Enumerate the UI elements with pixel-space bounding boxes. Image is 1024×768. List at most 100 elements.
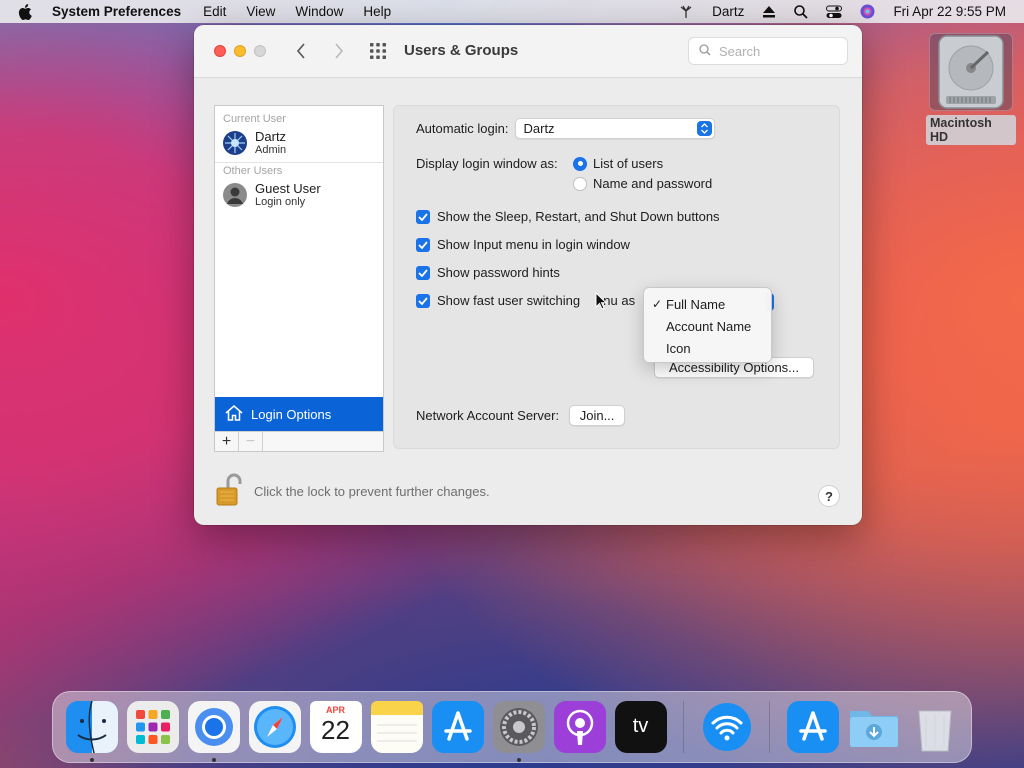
checkmark-icon <box>416 293 430 308</box>
menu-option-account-name[interactable]: Account Name <box>644 315 771 337</box>
list-controls: + − <box>215 431 383 451</box>
display-login-label: Display login window as: <box>416 156 558 171</box>
dock-separator <box>769 701 770 753</box>
user-row-guest[interactable]: Guest User Login only <box>215 179 383 211</box>
radio-label: List of users <box>593 156 664 171</box>
users-groups-window: Users & Groups Search Current User Dartz… <box>194 25 862 525</box>
chrome-icon[interactable] <box>187 701 240 762</box>
running-indicator <box>89 758 94 762</box>
automatic-login-row: Automatic login: Dartz <box>416 118 715 139</box>
apple-tv-icon[interactable]: tv <box>614 701 667 753</box>
unlocked-padlock-icon[interactable] <box>214 473 244 510</box>
login-options-item[interactable]: Login Options <box>215 397 383 431</box>
window-title: Users & Groups <box>404 42 519 59</box>
calendar-icon[interactable]: APR 22 <box>309 701 362 753</box>
siri-icon[interactable] <box>860 4 875 19</box>
radio-label: Name and password <box>593 176 713 191</box>
user-role: Login only <box>255 196 306 208</box>
lock-area: Click the lock to prevent further change… <box>214 473 490 510</box>
calendar-month: APR <box>325 705 345 715</box>
launchpad-icon[interactable] <box>126 701 179 753</box>
user-name: Guest User <box>255 181 321 196</box>
help-button[interactable]: ? <box>818 485 840 507</box>
menu-user-name[interactable]: Dartz <box>712 4 744 19</box>
menu-option-label: Full Name <box>666 296 726 312</box>
dock-separator <box>683 701 684 753</box>
search-placeholder: Search <box>719 43 761 59</box>
menu-window[interactable]: Window <box>295 4 343 19</box>
running-indicator <box>516 758 521 762</box>
search-icon <box>699 43 711 59</box>
checkmark-icon <box>416 237 430 252</box>
safari-icon[interactable] <box>248 701 301 753</box>
system-preferences-icon[interactable] <box>492 701 545 762</box>
fast-switch-dropdown-menu: ✓ Full Name Account Name Icon <box>643 287 772 363</box>
radio-name-and-password[interactable]: Name and password <box>573 176 712 191</box>
podcasts-icon[interactable] <box>553 701 606 753</box>
network-account-row: Network Account Server: Join... <box>416 405 626 426</box>
airdrop-status-icon[interactable] <box>678 5 694 19</box>
menu-view[interactable]: View <box>246 4 275 19</box>
checkmark-icon <box>416 209 430 224</box>
menu-bar: System Preferences Edit View Window Help… <box>0 0 1024 23</box>
eject-icon[interactable] <box>762 5 776 18</box>
close-window-button[interactable] <box>214 45 226 57</box>
menu-help[interactable]: Help <box>363 4 391 19</box>
back-chevron-icon[interactable] <box>291 41 311 61</box>
checkbox-password-hints[interactable]: Show password hints <box>416 265 560 280</box>
zoom-window-button[interactable] <box>254 45 266 57</box>
downloads-folder-icon[interactable] <box>848 701 900 753</box>
radio-unselected-icon <box>573 176 587 191</box>
menu-app-name[interactable]: System Preferences <box>52 4 181 19</box>
menu-option-label: Account Name <box>666 318 752 334</box>
app-store-icon[interactable] <box>786 701 839 753</box>
user-row-dartz[interactable]: Dartz Admin <box>215 127 383 159</box>
automatic-login-label: Automatic login: <box>416 121 509 136</box>
spotlight-search-icon[interactable] <box>794 4 809 19</box>
forward-chevron-icon[interactable] <box>329 41 349 61</box>
checkbox-label-part1: Show fast user switching <box>437 293 581 308</box>
finder-icon[interactable] <box>65 701 118 762</box>
notes-icon[interactable] <box>370 701 423 753</box>
macintosh-hd-desktop-item[interactable]: Macintosh HD <box>926 33 1016 145</box>
running-indicator <box>211 758 216 762</box>
checkbox-label: Show the Sleep, Restart, and Shut Down b… <box>437 209 720 224</box>
current-user-section-label: Current User <box>223 113 286 125</box>
automatic-login-popup[interactable]: Dartz <box>514 118 715 139</box>
checkbox-label: Show Input menu in login window <box>437 237 630 252</box>
control-center-icon[interactable] <box>826 5 843 19</box>
calendar-day: 22 <box>321 715 350 745</box>
automatic-login-value: Dartz <box>523 121 555 136</box>
radio-selected-icon <box>573 156 587 171</box>
dock: APR 22 tv <box>52 691 972 763</box>
user-avatar-icon <box>223 131 247 155</box>
other-users-section-label: Other Users <box>223 165 283 177</box>
join-button[interactable]: Join... <box>569 405 626 426</box>
search-field[interactable]: Search <box>688 37 848 65</box>
menu-option-full-name[interactable]: ✓ Full Name <box>644 293 771 315</box>
checkbox-label: Show password hints <box>437 265 560 280</box>
checkmark-icon <box>416 265 430 280</box>
show-all-grid-icon[interactable] <box>369 42 387 60</box>
trash-icon[interactable] <box>909 701 961 753</box>
wifi-icon[interactable] <box>701 701 753 753</box>
menu-datetime[interactable]: Fri Apr 22 9:55 PM <box>893 4 1006 19</box>
menu-option-icon[interactable]: Icon <box>644 337 771 359</box>
add-user-button[interactable]: + <box>215 432 239 451</box>
user-role: Admin <box>255 144 287 156</box>
popup-stepper-icon <box>696 121 712 136</box>
app-store-icon[interactable] <box>431 701 484 753</box>
network-account-label: Network Account Server: <box>416 408 560 423</box>
mouse-pointer-icon <box>595 291 608 313</box>
radio-list-of-users[interactable]: List of users <box>573 156 663 171</box>
checkbox-sleep-restart-shutdown[interactable]: Show the Sleep, Restart, and Shut Down b… <box>416 209 720 224</box>
menu-edit[interactable]: Edit <box>203 4 226 19</box>
apple-menu-icon[interactable] <box>18 3 36 20</box>
checkbox-input-menu[interactable]: Show Input menu in login window <box>416 237 630 252</box>
list-divider <box>215 162 383 163</box>
minimize-window-button[interactable] <box>234 45 246 57</box>
remove-user-button[interactable]: − <box>239 432 263 451</box>
checkmark-icon: ✓ <box>652 297 663 311</box>
login-options-label: Login Options <box>251 406 332 422</box>
user-list: Current User Dartz Admin Other Users Gue… <box>214 105 384 452</box>
